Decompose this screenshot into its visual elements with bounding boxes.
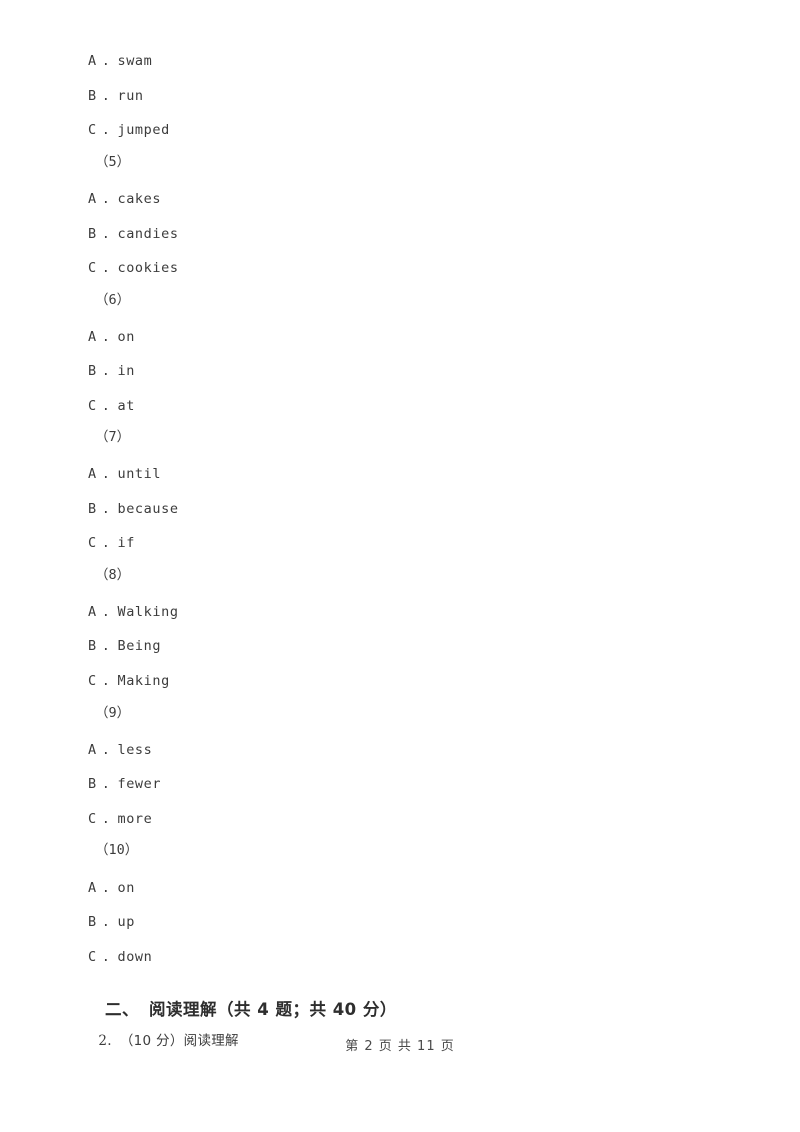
option-text: on	[117, 329, 135, 345]
option-text: because	[117, 501, 179, 517]
option-separator: .	[101, 329, 111, 345]
option-separator: .	[101, 501, 111, 517]
option-letter: C	[88, 535, 97, 551]
answer-option: C. cookies	[88, 260, 179, 276]
option-separator: .	[101, 226, 111, 242]
option-separator: .	[101, 535, 111, 551]
option-separator: .	[101, 742, 111, 758]
option-separator: .	[101, 53, 111, 69]
sub-question-number: （8）	[95, 567, 131, 583]
option-letter: C	[88, 811, 97, 827]
answer-option: C. jumped	[88, 122, 170, 138]
option-text: run	[117, 88, 144, 104]
option-letter: B	[88, 638, 97, 654]
answer-option: A. Walking	[88, 604, 179, 620]
option-letter: A	[88, 191, 97, 207]
option-letter: C	[88, 398, 97, 414]
option-separator: .	[101, 776, 111, 792]
option-separator: .	[101, 604, 111, 620]
option-separator: .	[101, 914, 111, 930]
answer-option: B. Being	[88, 638, 161, 654]
option-letter: A	[88, 329, 97, 345]
option-text: Being	[117, 638, 162, 654]
option-letter: A	[88, 466, 97, 482]
document-page: A. swam B. run C. jumped （5） A. cakes B. candies C.…	[0, 0, 800, 1132]
option-letter: C	[88, 122, 97, 138]
option-text: down	[117, 949, 153, 965]
answer-option: B. candies	[88, 226, 179, 242]
option-text: swam	[117, 53, 153, 69]
option-text: up	[117, 914, 135, 930]
answer-option: B. fewer	[88, 776, 161, 792]
option-separator: .	[101, 260, 111, 276]
option-separator: .	[101, 638, 111, 654]
option-letter: C	[88, 949, 97, 965]
option-text: Walking	[117, 604, 179, 620]
option-text: jumped	[117, 122, 170, 138]
option-letter: B	[88, 914, 97, 930]
option-text: cakes	[117, 191, 162, 207]
sub-question-number: （5）	[95, 154, 131, 170]
option-text: on	[117, 880, 135, 896]
option-text: less	[117, 742, 153, 758]
option-separator: .	[101, 398, 111, 414]
option-separator: .	[101, 880, 111, 896]
option-text: Making	[117, 673, 170, 689]
answer-option: C. if	[88, 535, 135, 551]
answer-option: A. until	[88, 466, 161, 482]
option-separator: .	[101, 122, 111, 138]
option-letter: C	[88, 673, 97, 689]
option-letter: B	[88, 363, 97, 379]
answer-option: A. swam	[88, 53, 152, 69]
option-text: fewer	[117, 776, 162, 792]
option-text: if	[117, 535, 135, 551]
answer-option: A. on	[88, 329, 135, 345]
option-text: at	[117, 398, 135, 414]
answer-option: B. up	[88, 914, 135, 930]
option-letter: B	[88, 88, 97, 104]
section-heading-meta: （共 4 题；共 40 分）	[216, 1000, 397, 1019]
option-text: until	[117, 466, 162, 482]
option-letter: C	[88, 260, 97, 276]
page-footer: 第 2 页 共 11 页	[345, 1039, 455, 1054]
answer-option: A. cakes	[88, 191, 161, 207]
option-text: in	[117, 363, 135, 379]
answer-option: B. because	[88, 501, 179, 517]
answer-option: B. run	[88, 88, 144, 104]
answer-option: C. at	[88, 398, 135, 414]
answer-option: C. more	[88, 811, 152, 827]
option-text: more	[117, 811, 153, 827]
option-letter: B	[88, 776, 97, 792]
option-separator: .	[101, 88, 111, 104]
option-separator: .	[101, 949, 111, 965]
answer-option: A. on	[88, 880, 135, 896]
answer-option: C. Making	[88, 673, 170, 689]
option-separator: .	[101, 466, 111, 482]
option-text: cookies	[117, 260, 179, 276]
option-separator: .	[101, 673, 111, 689]
option-letter: B	[88, 226, 97, 242]
sub-question-number: （10）	[95, 842, 139, 858]
option-text: candies	[117, 226, 179, 242]
option-separator: .	[101, 191, 111, 207]
answer-option: A. less	[88, 742, 152, 758]
option-letter: A	[88, 53, 97, 69]
option-letter: A	[88, 880, 97, 896]
sub-question-number: （9）	[95, 705, 131, 721]
option-separator: .	[101, 363, 111, 379]
option-letter: B	[88, 501, 97, 517]
sub-question-number: （6）	[95, 292, 131, 308]
answer-option: B. in	[88, 363, 135, 379]
sub-question-number: （7）	[95, 429, 131, 445]
option-letter: A	[88, 742, 97, 758]
option-separator: .	[101, 811, 111, 827]
option-letter: A	[88, 604, 97, 620]
answer-option: C. down	[88, 949, 152, 965]
